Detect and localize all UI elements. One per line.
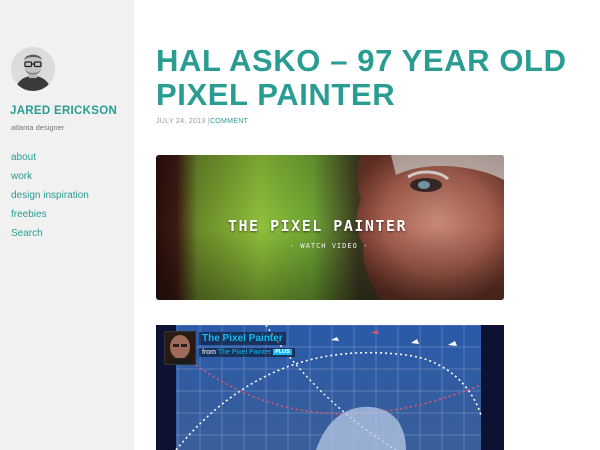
author-link[interactable]: The Pixel Painter [218,349,271,356]
nav-link-freebies[interactable]: freebies [11,209,47,220]
video-thumbnail-pixel-painter[interactable]: THE PIXEL PAINTER - WATCH VIDEO - [156,155,504,300]
comment-link[interactable]: COMMENT [210,118,248,125]
nav-link-search[interactable]: Search [11,228,43,239]
author-avatar[interactable] [164,331,196,365]
post-date: JULY 24, 2013 [156,118,206,125]
watch-video-label[interactable]: - WATCH VIDEO - [156,242,504,250]
nav-item-design-inspiration: design inspiration [11,187,89,206]
main-nav: about work design inspiration freebies S… [11,149,89,244]
site-tagline: atlanta designer [11,123,65,132]
avatar-photo [11,47,55,91]
sidebar: JARED ERICKSON atlanta designer about wo… [0,0,134,450]
plus-badge: PLUS [273,349,292,355]
nav-link-design-inspiration[interactable]: design inspiration [11,190,89,201]
video-title-link[interactable]: The Pixel Painter [199,332,286,345]
post-meta: JULY 24, 2013 |COMMENT [156,118,248,125]
nav-item-work: work [11,168,89,187]
site-title[interactable]: JARED ERICKSON [10,105,117,117]
nav-item-freebies: freebies [11,206,89,225]
author-portrait [165,332,195,364]
nav-link-work[interactable]: work [11,171,32,182]
embedded-video-player[interactable]: The Pixel Painter from The Pixel Painter… [156,325,504,450]
nav-item-search: Search [11,225,89,244]
avatar[interactable] [11,47,55,91]
video-title-overlay: THE PIXEL PAINTER [228,217,408,235]
nav-link-about[interactable]: about [11,152,36,163]
byline-from: from [202,349,216,356]
post-title[interactable]: HAL ASKO – 97 YEAR OLD PIXEL PAINTER [156,44,576,112]
video-byline: from The Pixel Painter PLUS [199,348,295,357]
nav-item-about: about [11,149,89,168]
